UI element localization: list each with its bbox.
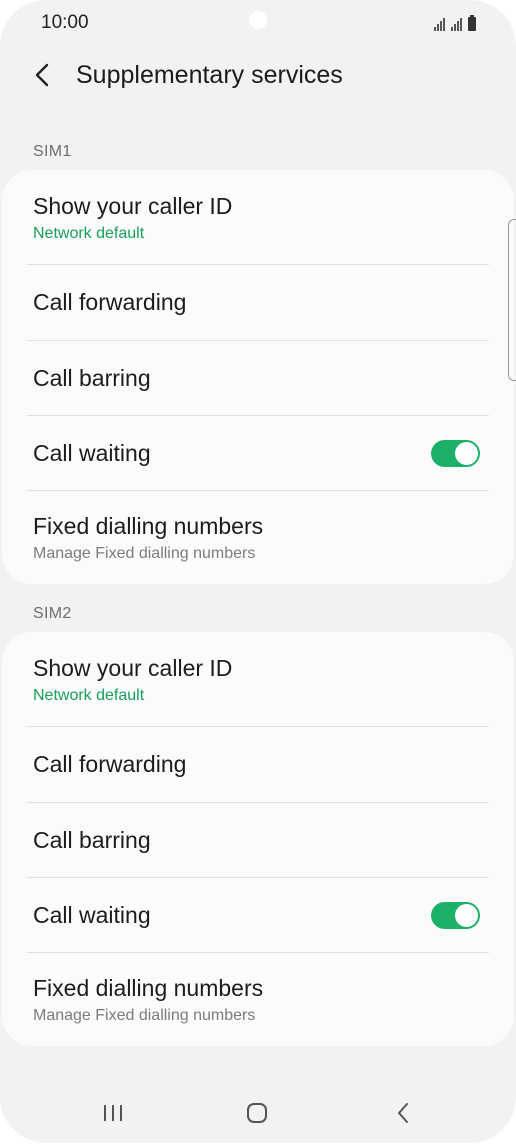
app-header: Supplementary services <box>0 52 516 98</box>
status-icons <box>434 13 476 31</box>
row-sim2-call-forwarding[interactable]: Call forwarding <box>2 727 514 802</box>
call-waiting-toggle-sim1[interactable] <box>431 440 480 467</box>
navigation-bar <box>0 1086 516 1142</box>
row-sim1-call-waiting[interactable]: Call waiting <box>2 416 514 491</box>
row-sim1-call-barring[interactable]: Call barring <box>2 341 514 416</box>
home-icon[interactable] <box>245 1102 269 1124</box>
section-label-sim1: SIM1 <box>33 143 72 160</box>
row-title: Call forwarding <box>33 289 187 315</box>
toggle-knob <box>455 442 478 465</box>
row-subtitle: Manage Fixed dialling numbers <box>33 1007 256 1024</box>
chevron-left-icon[interactable] <box>30 60 56 90</box>
row-title: Fixed dialling numbers <box>33 513 264 539</box>
signal-sim2-icon <box>451 17 462 31</box>
row-title: Call forwarding <box>33 751 187 777</box>
card-sim2: Show your caller ID Network default Call… <box>2 632 514 1046</box>
scrollbar[interactable] <box>508 219 516 381</box>
section-label-sim2: SIM2 <box>33 605 72 622</box>
row-sim1-fixed-dialling[interactable]: Fixed dialling numbers Manage Fixed dial… <box>2 491 514 584</box>
row-title: Call barring <box>33 365 151 391</box>
recent-apps-icon[interactable] <box>101 1103 125 1123</box>
row-title: Fixed dialling numbers <box>33 975 264 1001</box>
row-title: Call barring <box>33 827 151 853</box>
row-title: Call waiting <box>33 902 151 928</box>
toggle-knob <box>455 904 478 927</box>
page-title: Supplementary services <box>76 61 343 89</box>
row-sim2-call-barring[interactable]: Call barring <box>2 803 514 878</box>
battery-icon <box>468 15 476 31</box>
row-sim1-show-caller-id[interactable]: Show your caller ID Network default <box>2 170 514 264</box>
status-time: 10:00 <box>41 12 89 33</box>
status-bar: 10:00 <box>0 0 516 44</box>
row-sim2-show-caller-id[interactable]: Show your caller ID Network default <box>2 632 514 726</box>
row-title: Show your caller ID <box>33 655 233 681</box>
row-sim1-call-forwarding[interactable]: Call forwarding <box>2 265 514 340</box>
row-sim2-call-waiting[interactable]: Call waiting <box>2 878 514 953</box>
row-sim2-fixed-dialling[interactable]: Fixed dialling numbers Manage Fixed dial… <box>2 953 514 1046</box>
row-subtitle: Network default <box>33 225 145 242</box>
card-sim1: Show your caller ID Network default Call… <box>2 170 514 584</box>
row-subtitle: Network default <box>33 687 145 704</box>
row-subtitle: Manage Fixed dialling numbers <box>33 545 256 562</box>
nav-back-icon[interactable] <box>393 1102 413 1124</box>
call-waiting-toggle-sim2[interactable] <box>431 902 480 929</box>
front-camera <box>249 11 267 29</box>
signal-sim1-icon <box>434 17 445 31</box>
row-title: Show your caller ID <box>33 193 233 219</box>
phone-screen: 10:00 Supplementary services SIM1 Show y… <box>0 0 516 1143</box>
row-title: Call waiting <box>33 440 151 466</box>
